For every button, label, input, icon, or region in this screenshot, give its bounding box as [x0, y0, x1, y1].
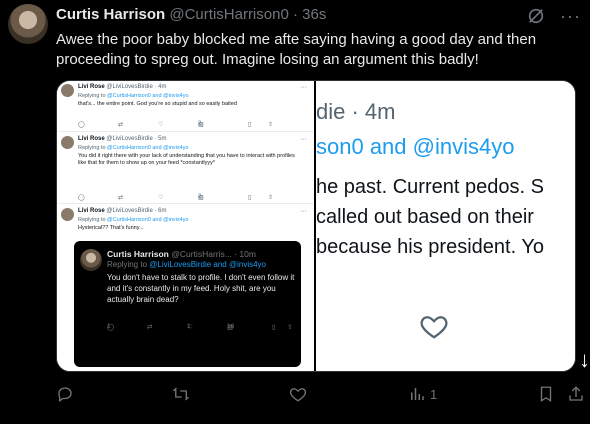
share-button[interactable]: [567, 385, 585, 405]
bookmark-button[interactable]: [537, 385, 555, 405]
heart-icon: [420, 316, 448, 339]
reply-name: Livi Rose: [78, 208, 105, 214]
retweet-icon: ⇄: [118, 195, 124, 201]
right-screenshot[interactable]: die · 4m son0 and @invis4yo he past. Cur…: [316, 81, 575, 371]
bookmark-icon: [540, 386, 552, 403]
like-icon: [289, 388, 307, 402]
tweet-time[interactable]: · 36s: [293, 6, 326, 23]
share-icon: ⇧: [268, 122, 274, 128]
retweet-icon: ⇄: [147, 324, 153, 331]
reply-name: Livi Rose: [78, 84, 105, 90]
tweet-text: Awee the poor baby blocked me afte sayin…: [56, 31, 537, 68]
reply-replying-prefix: Replying to: [78, 145, 108, 151]
cropped-replying: son0 and @invis4yo: [316, 134, 515, 159]
reply-meta: @LiviLovesBirdie · 6m: [106, 208, 167, 214]
bookmark-icon: ▯: [248, 195, 252, 201]
views-button[interactable]: 1: [408, 385, 448, 405]
retweet-icon: ⇄: [118, 122, 124, 128]
tweet-header: Curtis Harrison @CurtisHarrison0 · 36s: [56, 6, 326, 23]
quoted-meta: @CurtisHarris... · 10m: [171, 249, 256, 259]
like-button[interactable]: [289, 385, 307, 405]
reply-text: You did it right there with your lack of…: [78, 153, 295, 166]
quoted-views: 16: [227, 323, 235, 330]
more-icon: ···: [300, 136, 307, 143]
like-icon: ♡: [158, 195, 164, 201]
reply-avatar: [61, 84, 74, 97]
bookmark-icon: ▯: [248, 122, 252, 128]
reply-actions: ◯ ⇄ ♡ ▥ 2 ▯ ⇧: [78, 121, 303, 129]
retweet-icon: [172, 387, 190, 401]
left-screenshot[interactable]: Livi Rose @LiviLovesBirdie · 4m ··· Repl…: [57, 81, 314, 371]
quoted-avatar: [80, 249, 102, 271]
reply-replying-to: @CurtisHarrison0 and @invis4yo: [107, 93, 189, 99]
reply-text: that's... the entire point. God you're s…: [78, 101, 237, 107]
quoted-tweet: Curtis Harrison @CurtisHarris... · 10m R…: [74, 241, 301, 367]
more-icon: ···: [300, 208, 307, 215]
separator: [57, 131, 314, 132]
author-handle[interactable]: @CurtisHarrison0: [169, 6, 288, 23]
cropped-text-line: he past. Current pedos. S: [316, 176, 544, 198]
quoted-likes: 1: [187, 323, 191, 330]
share-icon: ⇧: [287, 324, 293, 331]
views-icon: [411, 388, 424, 400]
reply-replying-prefix: Replying to: [78, 217, 108, 223]
reply-replying-to: @CurtisHarrison0 and @invis4yo: [107, 145, 189, 151]
bookmark-icon: ▯: [272, 324, 276, 331]
quoted-replying-to: @LiviLovesBirdie and @invis4yo: [149, 260, 266, 269]
reply-icon: ◯: [78, 195, 85, 201]
reply-replying-prefix: Replying to: [78, 93, 108, 99]
quoted-name: Curtis Harrison: [107, 249, 169, 259]
separator: [57, 203, 314, 204]
grok-icon[interactable]: [527, 7, 545, 25]
reply-replying-to: @CurtisHarrison0 and @invis4yo: [107, 217, 189, 223]
reply-button[interactable]: [56, 385, 74, 405]
retweet-button[interactable]: [172, 385, 190, 405]
quoted-replies: 1: [107, 323, 111, 330]
views-count: 1: [430, 387, 438, 402]
author-name[interactable]: Curtis Harrison: [56, 6, 165, 23]
reply-views: 2: [198, 121, 202, 127]
reply-icon: [58, 387, 72, 403]
more-icon: ···: [300, 84, 307, 91]
more-options-icon[interactable]: ···: [560, 6, 582, 26]
quoted-text: You don't have to stalk to profile. I do…: [107, 273, 295, 304]
tweet-media[interactable]: Livi Rose @LiviLovesBirdie · 4m ··· Repl…: [56, 80, 576, 372]
mouse-cursor-icon: ↓: [579, 347, 590, 372]
reply-text: Hysterical?? That's funny...: [78, 225, 144, 231]
reply-avatar: [61, 136, 74, 149]
cropped-text-line: because his president. Yo: [316, 236, 544, 258]
author-avatar[interactable]: [8, 4, 48, 44]
reply-meta: @LiviLovesBirdie · 4m: [106, 84, 167, 90]
quoted-replying-prefix: Replying to: [107, 260, 150, 269]
cropped-text-line: called out based on their: [316, 206, 534, 228]
share-icon: ⇧: [268, 195, 274, 201]
cropped-name: die · 4m: [316, 99, 396, 124]
like-icon: ♡: [158, 122, 164, 128]
share-icon: [569, 386, 583, 401]
reply-views: 2: [198, 194, 202, 200]
tweet-actions: 1: [56, 380, 586, 410]
reply-meta: @LiviLovesBirdie · 5m: [106, 136, 167, 142]
reply-icon: ◯: [78, 122, 85, 128]
reply-actions: ◯ ⇄ ♡ ▥ 2 ▯ ⇧: [78, 194, 303, 202]
reply-name: Livi Rose: [78, 136, 105, 142]
reply-avatar: [61, 208, 74, 221]
